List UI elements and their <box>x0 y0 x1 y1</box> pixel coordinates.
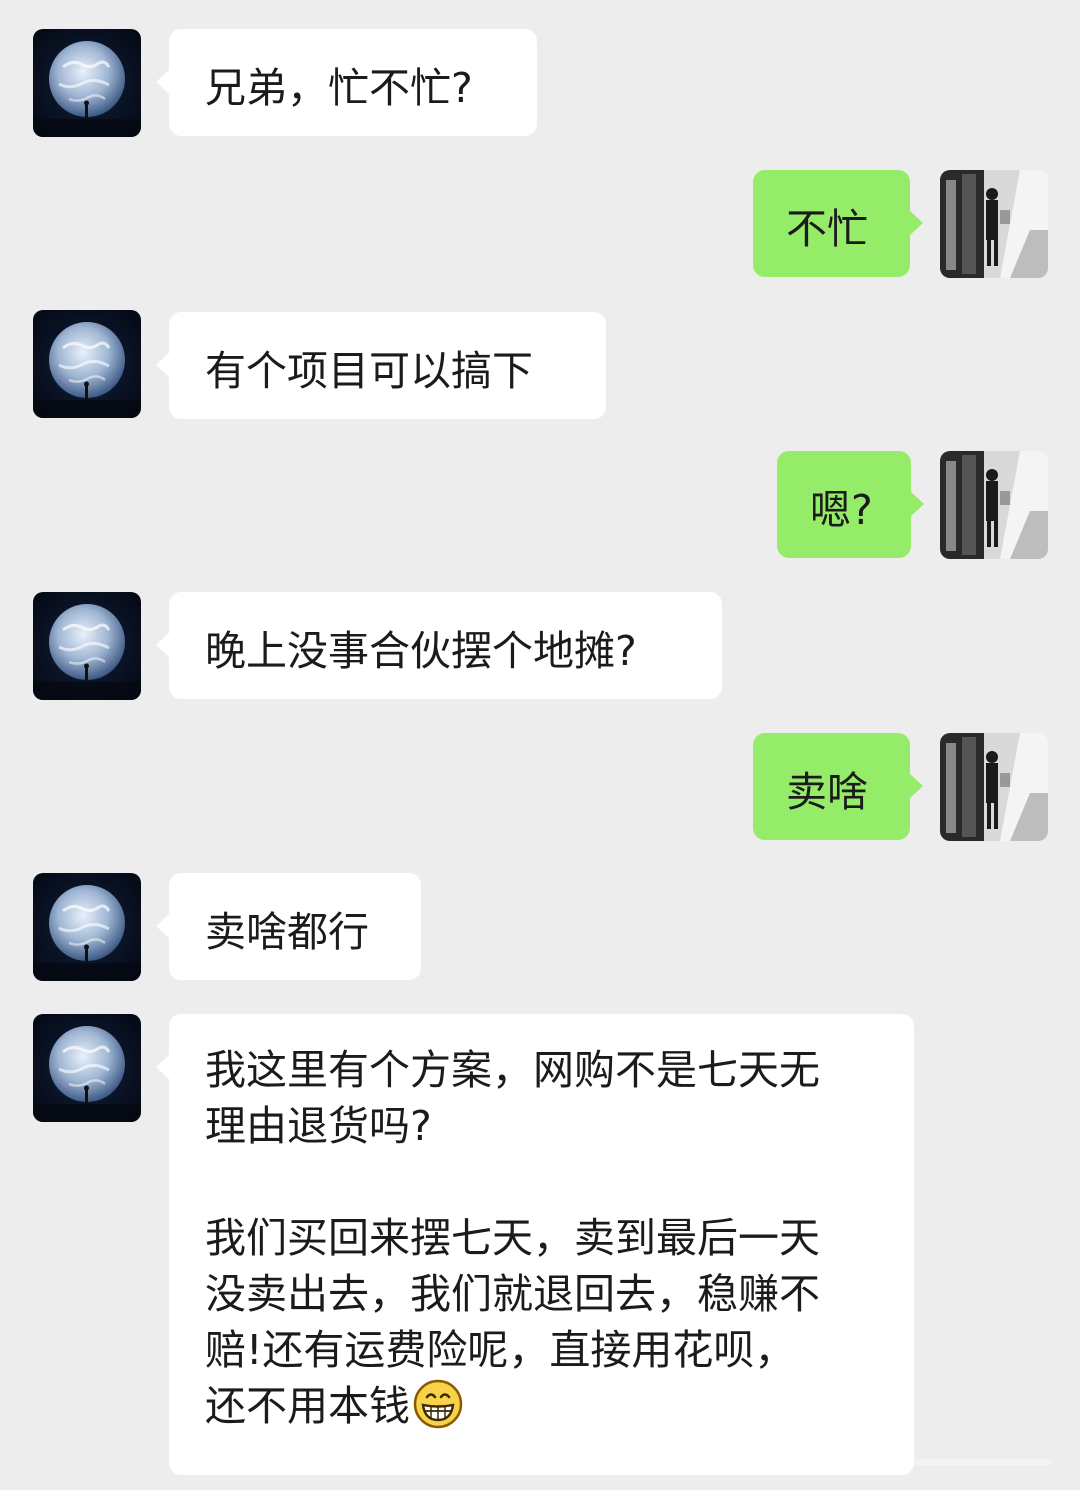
message-line: 我这里有个方案，网购不是七天无 <box>205 1046 820 1094</box>
message-line <box>205 1154 914 1210</box>
message-line: 赔!还有运费险呢，直接用花呗， <box>205 1326 796 1374</box>
chat-area: 兄弟，忙不忙? 不忙 有个项目可以搞下 嗯? 晚上没事合伙摆个地摊? 卖啥 卖啥… <box>0 0 1080 1490</box>
message-line: 还不用本钱 <box>205 1382 410 1430</box>
message-line: 理由退货吗? <box>205 1102 432 1150</box>
message-line: 我们买回来摆七天，卖到最后一天 <box>205 1214 820 1262</box>
earth-avatar-icon[interactable] <box>33 1014 141 1122</box>
message-text: 卖啥 <box>786 768 868 816</box>
message-bubble[interactable]: 嗯? <box>777 451 924 558</box>
message-text: 嗯? <box>810 486 873 534</box>
grinning-face-icon <box>412 1378 464 1430</box>
message-bubble[interactable]: 晚上没事合伙摆个地摊? <box>156 592 722 699</box>
earth-avatar-icon[interactable] <box>33 310 141 418</box>
earth-avatar-icon[interactable] <box>33 592 141 700</box>
message-text: 有个项目可以搞下 <box>205 347 533 395</box>
message-text: 兄弟，忙不忙? <box>205 64 473 112</box>
photo-avatar-icon[interactable] <box>940 451 1048 559</box>
earth-avatar-icon[interactable] <box>33 873 141 981</box>
message-bubble[interactable]: 不忙 <box>753 170 923 277</box>
watermark <box>902 1454 1052 1470</box>
earth-avatar-icon[interactable] <box>33 29 141 137</box>
message-line: 没卖出去，我们就退回去，稳赚不 <box>205 1270 820 1318</box>
message-text: 晚上没事合伙摆个地摊? <box>205 627 637 675</box>
message-text: 卖啥都行 <box>205 908 369 956</box>
message-bubble[interactable]: 卖啥 <box>753 733 923 840</box>
message-bubble[interactable]: 兄弟，忙不忙? <box>156 29 537 136</box>
message-bubble[interactable]: 有个项目可以搞下 <box>156 312 606 419</box>
message-text: 不忙 <box>786 205 868 253</box>
message-line-last: 还不用本钱 <box>205 1378 914 1434</box>
photo-avatar-icon[interactable] <box>940 733 1048 841</box>
photo-avatar-icon[interactable] <box>940 170 1048 278</box>
message-bubble[interactable]: 卖啥都行 <box>156 873 421 980</box>
message-bubble[interactable]: 我这里有个方案，网购不是七天无 理由退货吗? 我们买回来摆七天，卖到最后一天 没… <box>156 1014 914 1475</box>
